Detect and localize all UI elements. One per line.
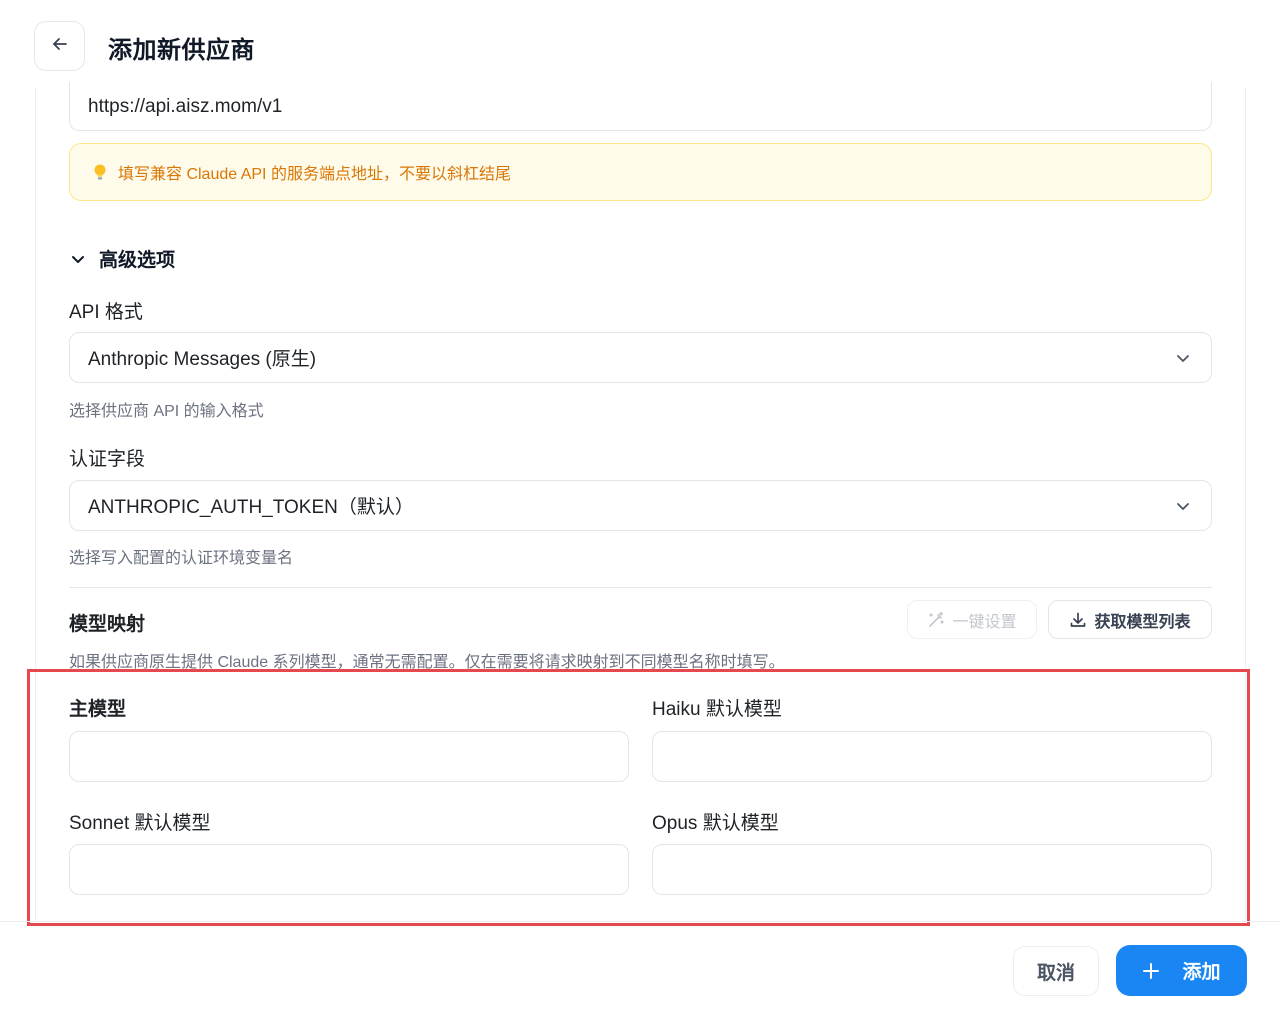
api-format-label: API 格式 [69,302,143,323]
quick-setup-button[interactable]: 一键设置 [907,600,1037,639]
auth-field-select[interactable]: ANTHROPIC_AUTH_TOKEN（默认） [69,480,1212,531]
haiku-model-input[interactable] [652,731,1212,782]
auth-field-value: ANTHROPIC_AUTH_TOKEN（默认） [88,497,414,518]
opus-model-input[interactable] [652,844,1212,895]
cancel-button[interactable]: 取消 [1013,946,1099,996]
sonnet-model-input[interactable] [69,844,629,895]
sonnet-model-label: Sonnet 默认模型 [69,813,211,834]
footer-divider [0,921,1280,922]
download-icon [1069,611,1087,629]
chevron-down-icon [1175,498,1191,514]
advanced-options-label: 高级选项 [99,250,176,271]
back-button[interactable] [34,21,85,71]
add-provider-page: 添加新供应商 https://api.aisz.mom/v1 填写兼容 Clau… [0,0,1280,1019]
plus-icon [1142,962,1160,980]
section-divider [69,587,1212,588]
fetch-models-label: 获取模型列表 [1094,613,1191,631]
main-model-input[interactable] [69,731,629,782]
magic-wand-icon [927,611,945,629]
api-format-value: Anthropic Messages (原生) [88,349,317,370]
page-title: 添加新供应商 [108,37,255,64]
add-button-label: 添加 [1182,962,1221,983]
main-model-label: 主模型 [69,699,127,720]
model-mapping-help: 如果供应商原生提供 Claude 系列模型，通常无需配置。仅在需要将请求映射到不… [69,654,785,671]
lightbulb-icon [92,163,108,181]
model-mapping-title: 模型映射 [69,614,146,635]
endpoint-url-input[interactable]: https://api.aisz.mom/v1 [69,82,1212,131]
fetch-models-button[interactable]: 获取模型列表 [1048,600,1212,639]
endpoint-hint-text: 填写兼容 Claude API 的服务端点地址，不要以斜杠结尾 [118,166,511,183]
endpoint-hint: 填写兼容 Claude API 的服务端点地址，不要以斜杠结尾 [69,143,1212,201]
add-button[interactable]: 添加 [1116,945,1247,996]
api-format-select[interactable]: Anthropic Messages (原生) [69,332,1212,383]
api-format-help: 选择供应商 API 的输入格式 [69,403,264,420]
haiku-model-label: Haiku 默认模型 [652,699,782,720]
chevron-down-icon [1175,350,1191,366]
advanced-options-toggle[interactable]: 高级选项 [69,245,175,272]
chevron-down-icon [69,250,87,268]
quick-setup-label: 一键设置 [952,613,1017,631]
auth-field-help: 选择写入配置的认证环境变量名 [69,550,294,567]
arrow-left-icon [50,34,70,59]
auth-field-label: 认证字段 [69,449,146,470]
opus-model-label: Opus 默认模型 [652,813,779,834]
